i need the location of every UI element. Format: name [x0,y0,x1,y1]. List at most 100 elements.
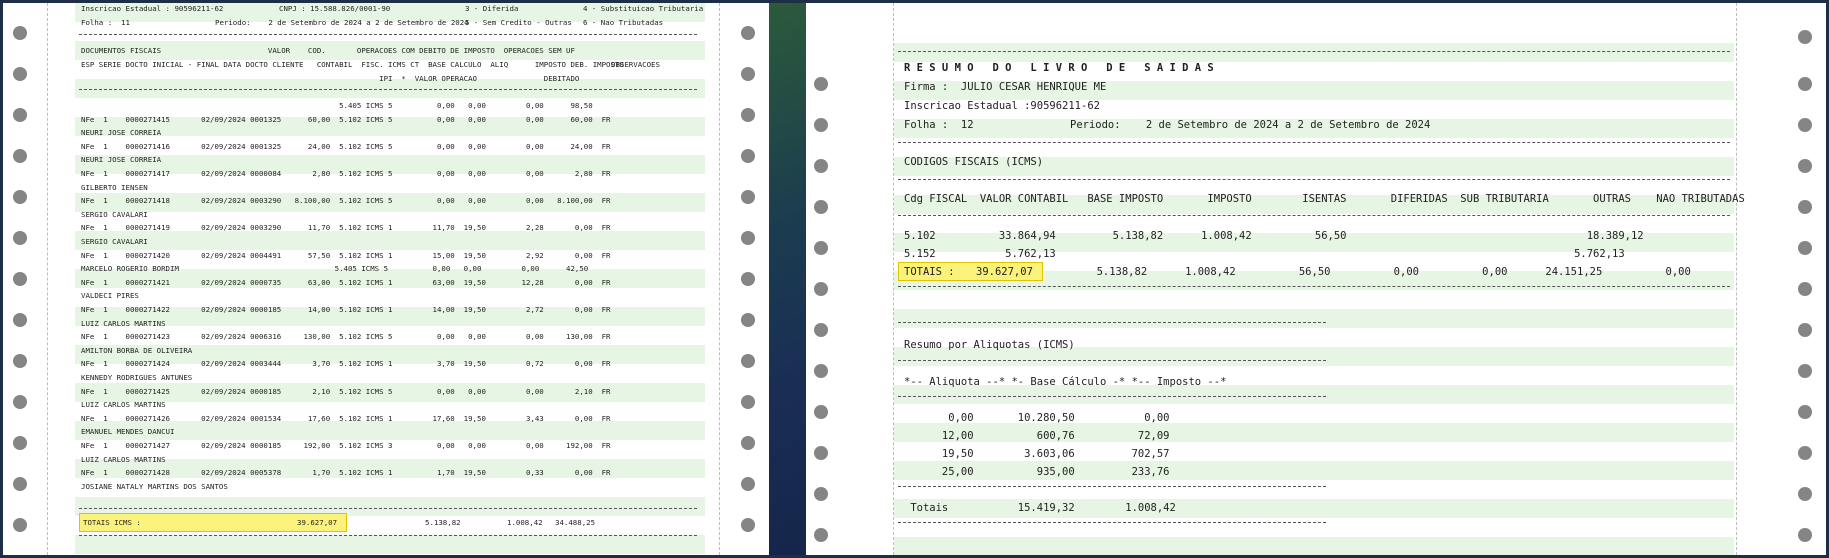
separator [79,535,697,536]
paper-band [894,43,1734,62]
header-periodo: Periodo: 2 de Setembro de 2024 a 2 de Se… [215,18,469,27]
tractor-hole [1798,364,1812,378]
separator [898,360,1326,361]
tractor-hole [741,149,755,163]
tractor-hole [741,354,755,368]
separator [898,179,1730,180]
tractor-hole [741,26,755,40]
legend-sem-credito: 5 - Sem Credito - Outras [465,18,572,27]
list-item: LUIZ CARLOS MARTINS [81,400,166,409]
list-item: NFe 1 0000271421 02/09/2024 0000735 63,0… [81,278,611,287]
tractor-hole [1798,30,1812,44]
tractor-hole [13,108,27,122]
table-row: 5.152 5.762,13 5.762,13 [904,248,1625,260]
table-row: 25,00 935,00 233,76 [904,466,1170,478]
paper-band [894,309,1734,328]
tractor-hole [741,272,755,286]
tractor-hole [13,190,27,204]
separator [898,396,1326,397]
list-item: NFe 1 0000271425 02/09/2024 0000185 2,10… [81,387,611,396]
separator [898,142,1730,143]
header-cnpj: CNPJ : 15.588.826/0001-90 [279,4,391,13]
list-item: EMANUEL MENDES DANCUI [81,427,175,436]
list-item: LUIZ CARLOS MARTINS [81,455,166,464]
paper-band [75,231,705,250]
tractor-hole [741,395,755,409]
separator [898,522,1326,523]
list-item: NEURI JOSE CORREIA [81,128,162,137]
aliq-header: *-- Aliquota --* *- Base Cálculo -* *-- … [904,376,1227,388]
list-item: NFe 1 0000271417 02/09/2024 0000084 2,80… [81,169,611,178]
tractor-hole [741,190,755,204]
tractor-hole [13,231,27,245]
tractor-hole [741,108,755,122]
tractor-hole [13,26,27,40]
legend-substituicao: 4 - Substituicao Tributaria [583,4,704,13]
separator [898,215,1730,216]
table-row: 19,50 3.603,06 702,57 [904,448,1170,460]
tractor-hole [1798,159,1812,173]
list-item: NFe 1 0000271416 02/09/2024 0001325 24,0… [81,142,611,151]
list-item: NEURI JOSE CORREIA [81,155,162,164]
tractor-hole [814,487,828,501]
tractor-hole [1798,77,1812,91]
perforation-line [47,3,48,555]
aliq-totals: Totais 15.419,32 1.008,42 [904,502,1176,514]
tractor-hole [741,436,755,450]
tractor-hole [1798,487,1812,501]
tractor-hole [814,364,828,378]
periodo-line: Periodo: 2 de Setembro de 2024 a 2 de Se… [1070,119,1431,131]
totals-outras: 34.488,25 [555,518,596,527]
totals-imposto: 1.008,42 [507,518,543,527]
paper-band [894,537,1734,555]
tractor-hole [1798,528,1812,542]
cfop-totals-rest: 5.138,82 1.008,42 56,50 0,00 0,00 24.151… [1046,266,1691,278]
table-row: 5.102 33.864,94 5.138,82 1.008,42 56,50 … [904,230,1644,242]
tractor-hole [1798,323,1812,337]
tractor-hole [1798,282,1812,296]
inscricao-line: Inscricao Estadual :90596211-62 [904,100,1100,112]
totals-base: 5.138,82 [425,518,461,527]
tractor-hole [741,477,755,491]
column-header-row1: DOCUMENTOS FISCAIS VALOR COD. OPERACOES … [81,46,575,55]
tractor-hole [814,77,828,91]
tractor-hole [13,395,27,409]
right-report-page: R E S U M O D O L I V R O D E S A I D A … [806,3,1826,555]
list-item: GILBERTO IENSEN [81,183,148,192]
section-cfop-title: CODIGOS FISCAIS (ICMS) [904,156,1044,168]
tractor-hole [814,446,828,460]
left-tractor-holes [5,3,35,555]
tractor-hole [814,200,828,214]
legend-diferida: 3 - Diferida [465,4,519,13]
column-header-row2: ESP SERIE DOCTO INICIAL - FINAL DATA DOC… [81,60,624,69]
list-item: SERGIO CAVALARI [81,210,148,219]
column-header-row3: IPI * VALOR OPERACAO DEBITADO [81,74,580,83]
list-item: NFe 1 0000271419 02/09/2024 0003290 11,7… [81,223,611,232]
separator [898,286,1730,287]
left-report-page: Inscricao Estadual : 90596211-62 CNPJ : … [3,3,769,555]
cfop-header: Cdg FISCAL VALOR CONTABIL BASE IMPOSTO I… [904,193,1745,205]
tractor-hole [814,528,828,542]
folha-line: Folha : 12 [904,119,974,131]
tractor-hole [13,518,27,532]
tractor-hole [13,477,27,491]
list-item: VALDECI PIRES [81,291,139,300]
list-item: AMILTON BORBA DE OLIVEIRA [81,346,193,355]
tractor-hole [814,282,828,296]
tractor-hole [741,518,755,532]
tractor-hole [1798,446,1812,460]
left-paper: Inscricao Estadual : 90596211-62 CNPJ : … [75,3,705,555]
list-item: NFe 1 0000271427 02/09/2024 0000185 192,… [81,441,611,450]
table-row: 0,00 10.280,50 0,00 [904,412,1170,424]
legend-nao-tributadas: 6 - Nao Tributadas [583,18,664,27]
tractor-hole [13,272,27,286]
tractor-hole [13,313,27,327]
separator [79,508,697,509]
tractor-hole [814,241,828,255]
report-title: R E S U M O D O L I V R O D E S A I D A … [904,62,1214,74]
right-paper: R E S U M O D O L I V R O D E S A I D A … [894,3,1745,555]
tractor-hole [1798,405,1812,419]
paper-band [75,535,705,554]
tractor-hole [741,231,755,245]
perforation-line [719,3,720,555]
